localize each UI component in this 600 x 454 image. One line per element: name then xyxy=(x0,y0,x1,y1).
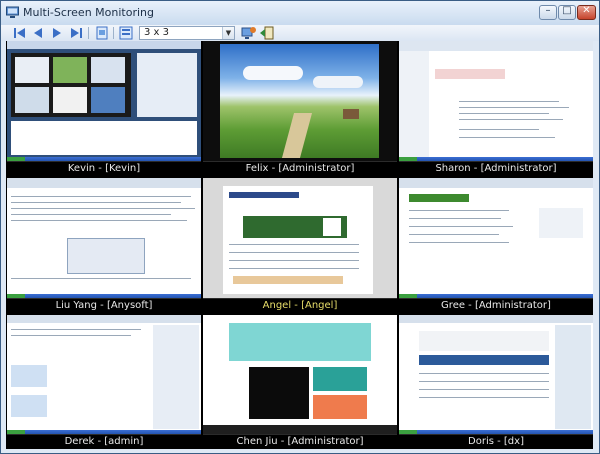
title-bar[interactable]: Multi-Screen Monitoring – □ ✕ xyxy=(1,1,599,26)
app-monitor-icon xyxy=(6,6,19,18)
screen-tile-angel[interactable]: Angel - [Angel] xyxy=(203,178,397,313)
screen-thumbnail xyxy=(7,178,201,299)
screen-caption: Chen Jiu - [Administrator] xyxy=(203,434,397,449)
toolbar-separator xyxy=(88,27,89,39)
screen-tile-felix[interactable]: Felix - [Administrator] xyxy=(203,41,397,176)
screen-caption: Doris - [dx] xyxy=(399,434,593,449)
close-button[interactable]: ✕ xyxy=(577,5,596,20)
screen-tile-kevin[interactable]: Kevin - [Kevin] xyxy=(7,41,201,176)
first-icon[interactable] xyxy=(12,25,28,41)
screen-thumbnail xyxy=(7,315,201,435)
close-icon: ✕ xyxy=(582,5,591,16)
layout-select-value: 3 x 3 xyxy=(144,27,169,38)
exit-icon[interactable] xyxy=(259,25,275,41)
app-window: Multi-Screen Monitoring – □ ✕ 3 x 3 ▼ Ke… xyxy=(0,0,600,454)
screen-tile-chen-jiu[interactable]: Chen Jiu - [Administrator] xyxy=(203,315,397,449)
screen-tile-liu-yang[interactable]: Liu Yang - [Anysoft] xyxy=(7,178,201,313)
screen-tile-derek[interactable]: Derek - [admin] xyxy=(7,315,201,449)
screen-caption: Gree - [Administrator] xyxy=(399,298,593,313)
play-icon[interactable] xyxy=(49,25,65,41)
screen-caption: Kevin - [Kevin] xyxy=(7,161,201,176)
screen-thumbnail xyxy=(203,315,397,435)
screen-caption: Angel - [Angel] xyxy=(203,298,397,313)
last-icon[interactable] xyxy=(68,25,84,41)
screen-tile-gree[interactable]: Gree - [Administrator] xyxy=(399,178,593,313)
page-icon[interactable] xyxy=(94,25,110,41)
layout-icon[interactable] xyxy=(118,25,134,41)
screen-thumbnail xyxy=(399,178,593,299)
screen-caption: Derek - [admin] xyxy=(7,434,201,449)
screen-tile-doris[interactable]: Doris - [dx] xyxy=(399,315,593,449)
layout-select[interactable]: 3 x 3 ▼ xyxy=(139,26,235,40)
maximize-button[interactable]: □ xyxy=(558,5,576,20)
window-title: Multi-Screen Monitoring xyxy=(23,6,154,19)
screen-caption: Liu Yang - [Anysoft] xyxy=(7,298,201,313)
minimize-icon: – xyxy=(545,5,551,16)
screen-thumbnail xyxy=(203,178,397,299)
previous-icon[interactable] xyxy=(30,25,46,41)
maximize-icon: □ xyxy=(562,5,572,16)
screen-thumbnail xyxy=(399,315,593,435)
screen-tile-sharon[interactable]: Sharon - [Administrator] xyxy=(399,41,593,176)
screen-caption: Felix - [Administrator] xyxy=(203,161,397,176)
screen-thumbnail xyxy=(203,41,397,162)
monitor-icon[interactable] xyxy=(241,25,257,41)
toolbar: 3 x 3 ▼ xyxy=(1,25,599,41)
screen-grid: Kevin - [Kevin] Felix - [Administrator] xyxy=(6,41,593,449)
screen-caption: Sharon - [Administrator] xyxy=(399,161,593,176)
chevron-down-icon[interactable]: ▼ xyxy=(222,27,234,39)
minimize-button[interactable]: – xyxy=(539,5,557,20)
toolbar-separator xyxy=(113,27,114,39)
screen-thumbnail xyxy=(399,41,593,162)
screen-thumbnail xyxy=(7,41,201,162)
